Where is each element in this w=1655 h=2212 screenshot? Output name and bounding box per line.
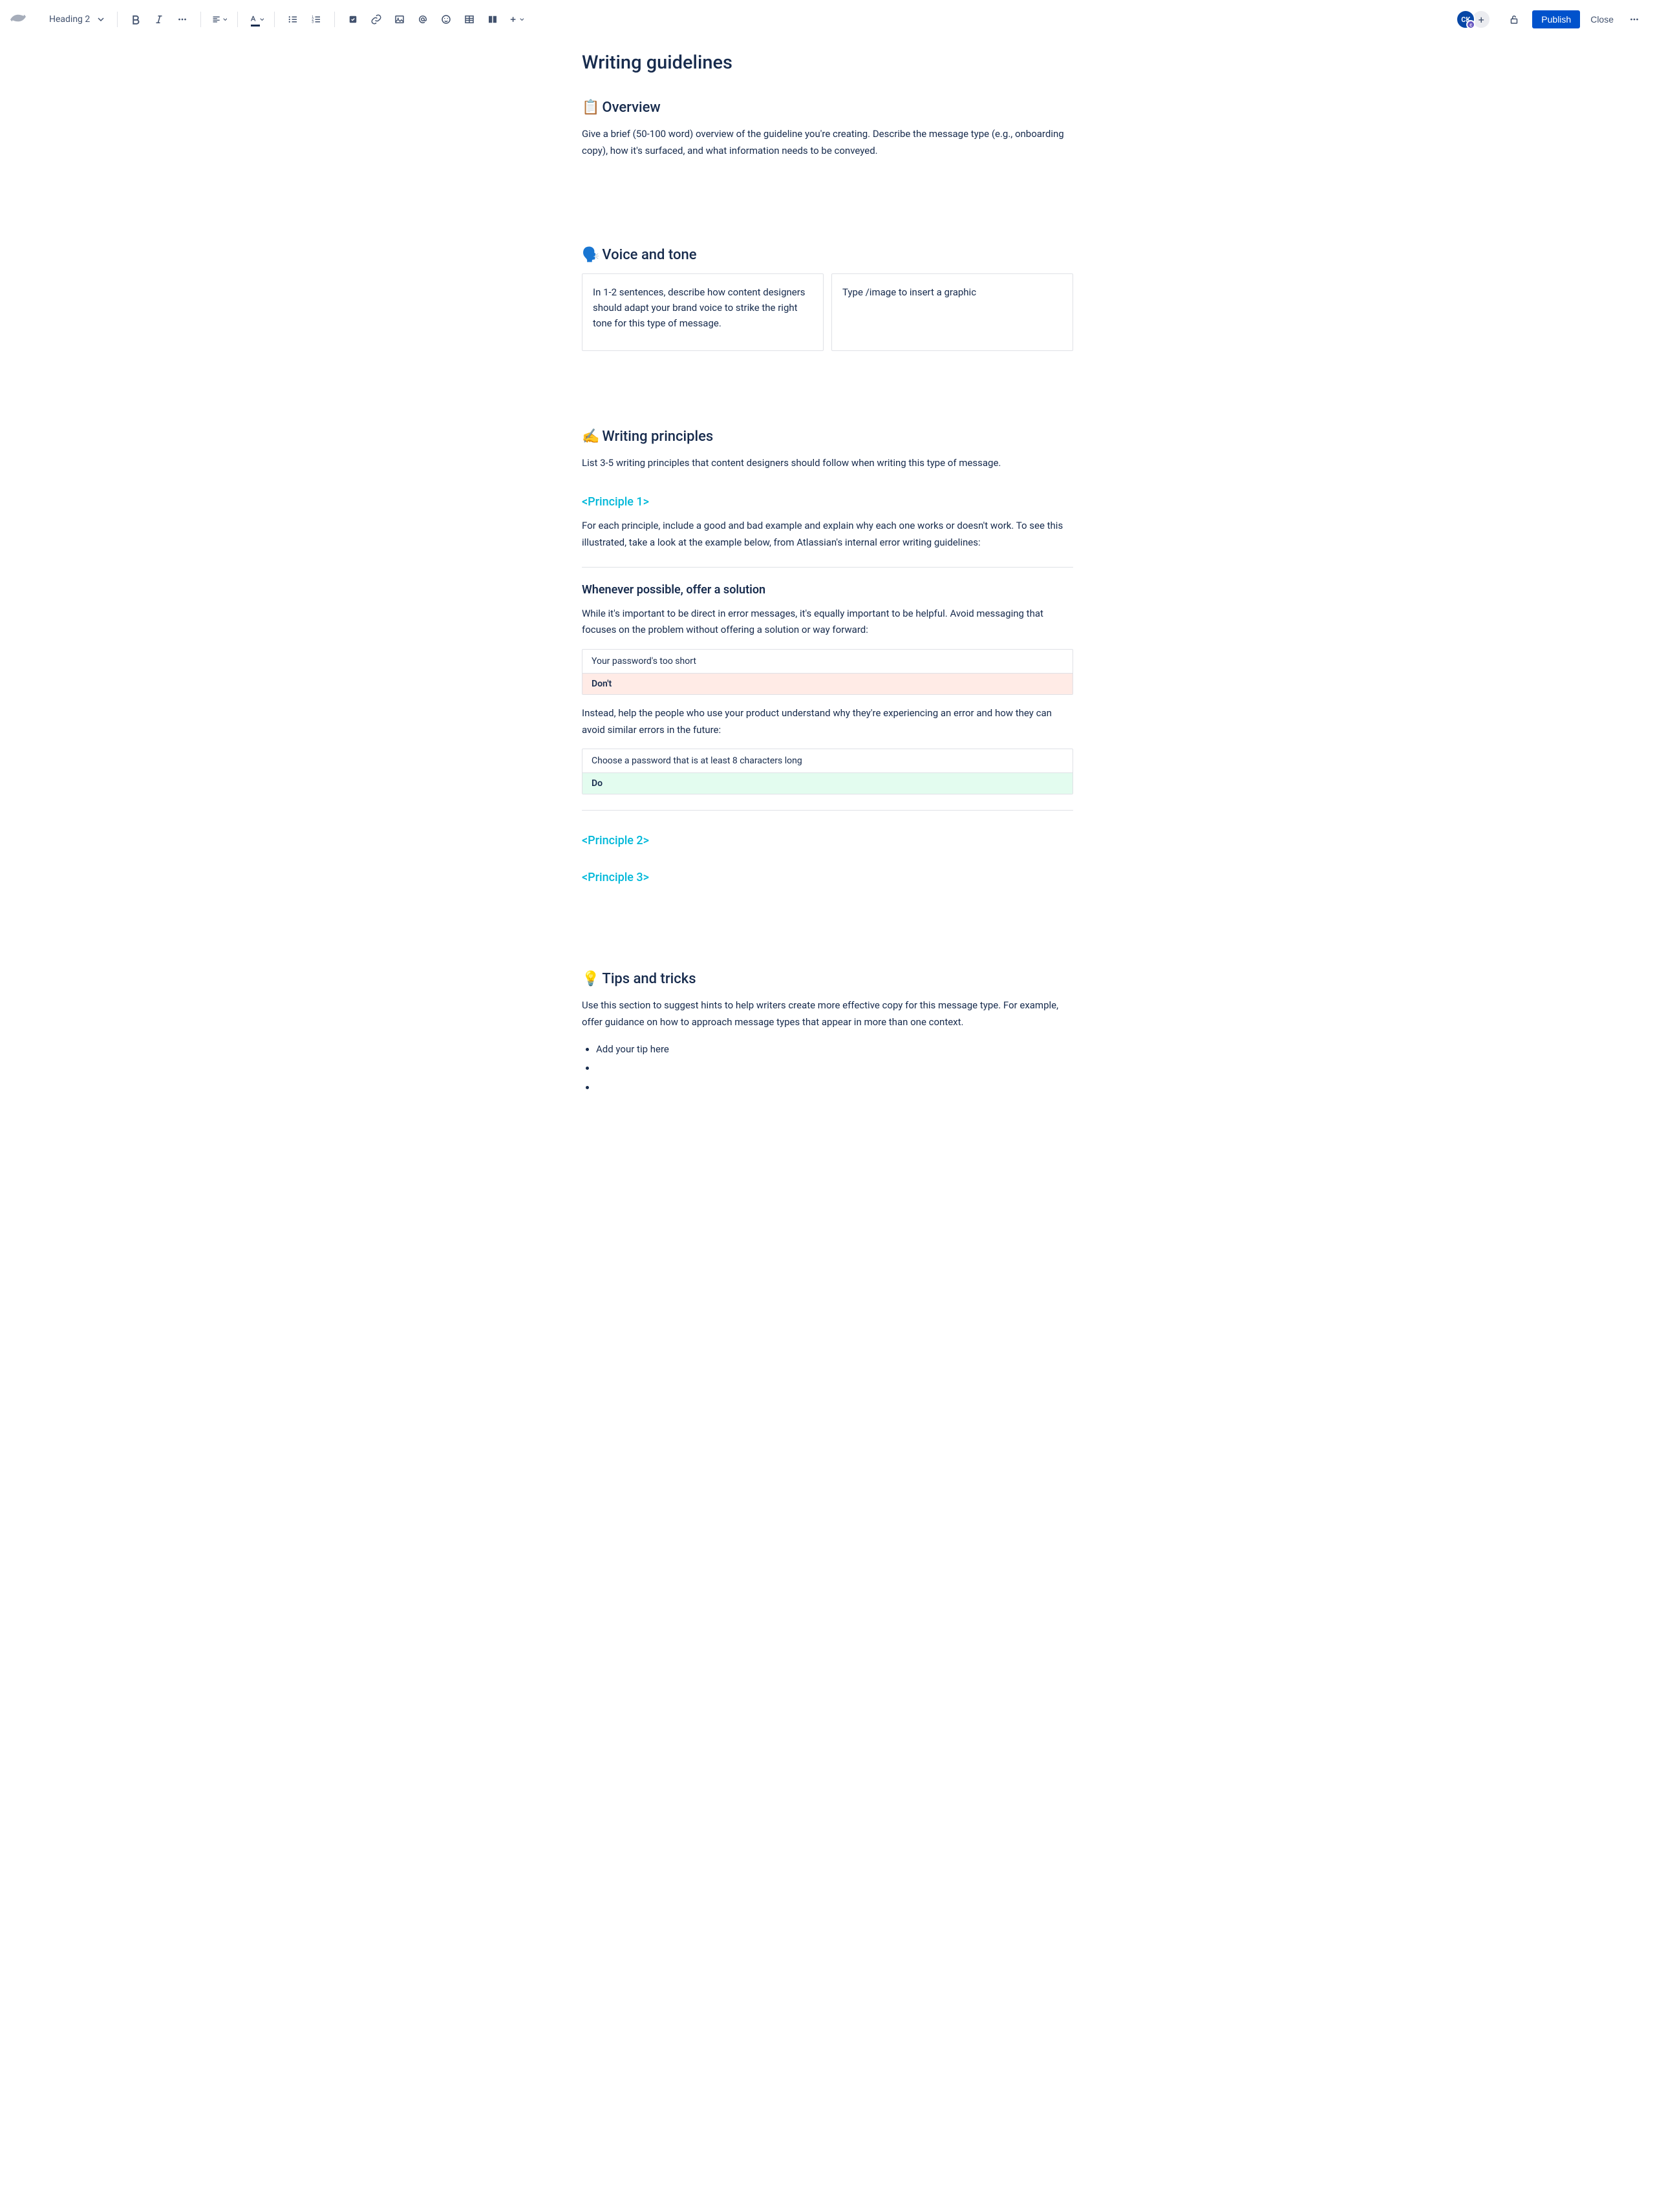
bold-button[interactable] [125,9,146,30]
tips-intro[interactable]: Use this section to suggest hints to hel… [582,997,1073,1030]
mention-icon [417,14,429,25]
divider [582,567,1073,568]
principle-3-heading[interactable]: <Principle 3> [582,871,1073,884]
action-item-button[interactable] [343,9,363,30]
avatar-group: CK c + [1456,10,1491,29]
table-button[interactable] [459,9,480,30]
image-button[interactable] [389,9,410,30]
avatar-badge: c [1466,20,1475,29]
numbered-list-button[interactable]: 123 [306,9,326,30]
principle-2-heading[interactable]: <Principle 2> [582,834,1073,847]
layouts-icon [487,14,498,25]
principle-1-heading[interactable]: <Principle 1> [582,495,1073,509]
bullet-list-icon [287,14,299,25]
italic-icon [153,14,165,25]
layouts-button[interactable] [482,9,503,30]
principles-heading[interactable]: ✍️Writing principles [582,429,1073,445]
writing-emoji: ✍️ [582,429,599,445]
list-item[interactable] [596,1060,1073,1077]
emoji-button[interactable] [436,9,456,30]
voice-layout: In 1-2 sentences, describe how content d… [582,273,1073,351]
insert-button[interactable] [506,9,526,30]
example-intro[interactable]: While it's important to be direct in err… [582,606,1073,639]
toolbar-separator [237,12,238,27]
emoji-icon [440,14,452,25]
link-button[interactable] [366,9,387,30]
editor-content[interactable]: Writing guidelines 📋Overview Give a brie… [582,39,1073,1151]
heading-style-select[interactable]: Heading 2 [44,12,109,27]
align-left-icon [211,14,221,25]
more-icon [176,14,188,25]
do-intro[interactable]: Instead, help the people who use your pr… [582,705,1073,738]
publish-button[interactable]: Publish [1532,10,1580,28]
chevron-down-icon [260,17,264,22]
unlock-icon [1508,14,1520,25]
chevron-down-icon [223,17,228,22]
svg-text:3: 3 [312,20,314,24]
do-example-box: Choose a password that is at least 8 cha… [582,749,1073,794]
table-icon [464,14,475,25]
toolbar-separator [117,12,118,27]
example-heading[interactable]: Whenever possible, offer a solution [582,583,1073,597]
dont-label: Don't [582,673,1073,694]
editor-toolbar: Heading 2 123 [0,0,1655,39]
plus-icon [508,14,518,25]
speaking-emoji: 🗣️ [582,247,599,263]
overview-heading[interactable]: 📋Overview [582,100,1073,116]
confluence-logo[interactable] [10,10,26,28]
chevron-down-icon [98,16,104,23]
italic-button[interactable] [149,9,169,30]
task-icon [347,14,359,25]
text-color-button[interactable] [246,9,266,30]
voice-heading[interactable]: 🗣️Voice and tone [582,247,1073,263]
bold-icon [130,14,142,25]
page-more-button[interactable] [1624,9,1645,30]
principle-1-body[interactable]: For each principle, include a good and b… [582,518,1073,551]
heading-select-label: Heading 2 [49,14,90,25]
numbered-list-icon: 123 [310,14,322,25]
page-title[interactable]: Writing guidelines [582,52,1073,74]
do-example-text[interactable]: Choose a password that is at least 8 cha… [582,749,1073,772]
list-item[interactable] [596,1079,1073,1096]
dont-example-text[interactable]: Your password's too short [582,650,1073,673]
bulb-emoji: 💡 [582,971,599,987]
divider [582,810,1073,811]
restrictions-button[interactable] [1504,9,1524,30]
clipboard-emoji: 📋 [582,100,599,116]
text-color-icon [248,14,258,25]
do-label: Do [582,772,1073,794]
voice-right-cell[interactable]: Type /image to insert a graphic [831,273,1073,351]
close-button[interactable]: Close [1583,10,1621,28]
overview-body[interactable]: Give a brief (50-100 word) overview of t… [582,126,1073,159]
mention-button[interactable] [412,9,433,30]
tips-list[interactable]: Add your tip here [582,1041,1073,1096]
dont-example-box: Your password's too short Don't [582,649,1073,695]
link-icon [370,14,382,25]
more-formatting-button[interactable] [172,9,193,30]
toolbar-separator [200,12,201,27]
toolbar-separator [334,12,335,27]
alignment-button[interactable] [209,9,230,30]
principles-intro[interactable]: List 3-5 writing principles that content… [582,455,1073,472]
more-icon [1628,14,1640,25]
list-item[interactable]: Add your tip here [596,1041,1073,1058]
user-avatar[interactable]: CK c [1456,10,1475,29]
image-icon [394,14,405,25]
bullet-list-button[interactable] [283,9,303,30]
toolbar-separator [274,12,275,27]
tips-heading[interactable]: 💡Tips and tricks [582,971,1073,987]
voice-left-cell[interactable]: In 1-2 sentences, describe how content d… [582,273,824,351]
chevron-down-icon [520,17,524,22]
